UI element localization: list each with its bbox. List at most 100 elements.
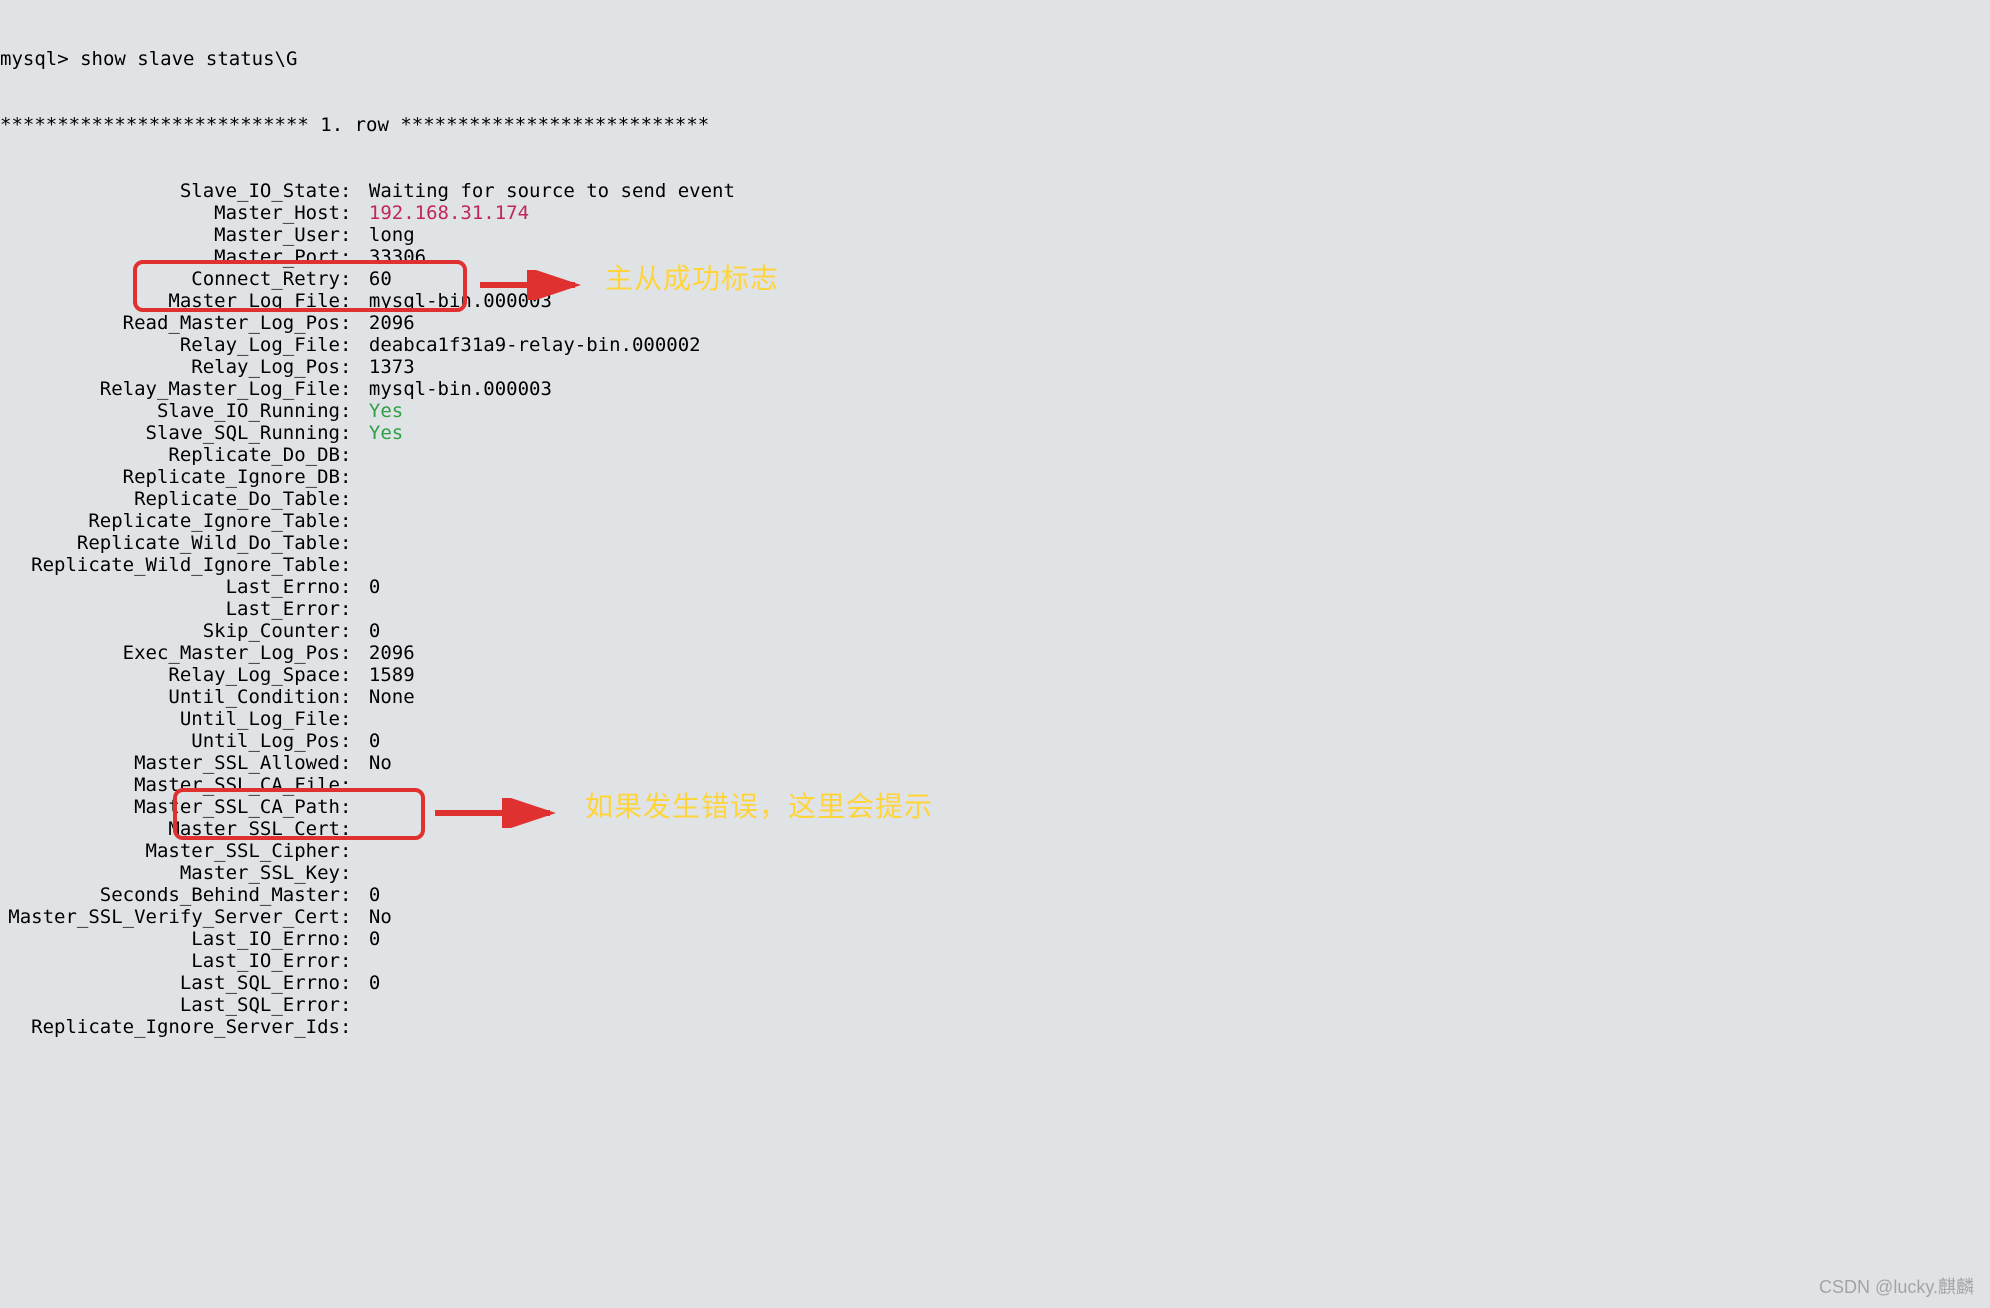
status-value: No [369,906,392,928]
status-row: Relay_Log_Pos: 1373 [0,356,1990,378]
colon: : [340,312,369,334]
status-row: Relay_Log_Space: 1589 [0,664,1990,686]
status-value: 2096 [369,312,415,334]
status-value: mysql-bin.000003 [369,378,552,400]
colon: : [340,686,369,708]
status-label: Slave_SQL_Running [0,422,340,444]
status-label: Last_SQL_Error [0,994,340,1016]
status-label: Relay_Log_File [0,334,340,356]
colon: : [340,664,369,686]
status-row: Replicate_Ignore_Table: [0,510,1990,532]
colon: : [340,862,369,884]
status-value: Yes [369,400,403,422]
status-label: Last_Errno [0,576,340,598]
colon: : [340,972,369,994]
status-label: Master_Log_File [0,290,340,312]
colon: : [340,400,369,422]
status-row: Last_SQL_Errno: 0 [0,972,1990,994]
status-value: 0 [369,928,380,950]
status-value: No [369,752,392,774]
status-row: Connect_Retry: 60 [0,268,1990,290]
status-label: Seconds_Behind_Master [0,884,340,906]
status-value: 60 [369,268,392,290]
status-label: Last_IO_Errno [0,928,340,950]
status-label: Slave_IO_Running [0,400,340,422]
status-label: Read_Master_Log_Pos [0,312,340,334]
colon: : [340,202,369,224]
status-label: Master_SSL_Verify_Server_Cert [0,906,340,928]
status-label: Master_Port [0,246,340,268]
status-row: Replicate_Wild_Do_Table: [0,532,1990,554]
status-row: Relay_Master_Log_File: mysql-bin.000003 [0,378,1990,400]
status-label: Replicate_Ignore_DB [0,466,340,488]
status-value: Waiting for source to send event [369,180,735,202]
status-row: Slave_IO_Running: Yes [0,400,1990,422]
status-label: Connect_Retry [0,268,340,290]
status-label: Last_SQL_Errno [0,972,340,994]
colon: : [340,840,369,862]
status-row: Slave_SQL_Running: Yes [0,422,1990,444]
status-row: Until_Log_Pos: 0 [0,730,1990,752]
status-row: Master_Log_File: mysql-bin.000003 [0,290,1990,312]
status-value: 192.168.31.174 [369,202,529,224]
status-row: Master_SSL_Cert: [0,818,1990,840]
status-row: Master_Host: 192.168.31.174 [0,202,1990,224]
status-row: Replicate_Do_DB: [0,444,1990,466]
status-row: Slave_IO_State: Waiting for source to se… [0,180,1990,202]
status-label: Master_SSL_Cert [0,818,340,840]
terminal-output: mysql> show slave status\G *************… [0,0,1990,1060]
status-value: 33306 [369,246,426,268]
colon: : [340,884,369,906]
status-label: Exec_Master_Log_Pos [0,642,340,664]
status-label: Replicate_Ignore_Table [0,510,340,532]
status-row: Master_SSL_CA_Path: [0,796,1990,818]
status-row: Master_SSL_Key: [0,862,1990,884]
colon: : [340,796,369,818]
colon: : [340,994,369,1016]
status-value: 0 [369,576,380,598]
command-text: show slave status\G [80,48,297,70]
status-row: Master_User: long [0,224,1990,246]
colon: : [340,752,369,774]
row-header: *************************** 1. row *****… [0,114,1990,136]
colon: : [340,950,369,972]
colon: : [340,576,369,598]
status-row: Master_Port: 33306 [0,246,1990,268]
status-value: mysql-bin.000003 [369,290,552,312]
status-row: Replicate_Wild_Ignore_Table: [0,554,1990,576]
status-row: Relay_Log_File: deabca1f31a9-relay-bin.0… [0,334,1990,356]
status-label: Relay_Log_Pos [0,356,340,378]
status-row: Last_IO_Error: [0,950,1990,972]
colon: : [340,642,369,664]
status-row: Replicate_Ignore_DB: [0,466,1990,488]
status-row: Master_SSL_Verify_Server_Cert: No [0,906,1990,928]
colon: : [340,488,369,510]
status-row: Exec_Master_Log_Pos: 2096 [0,642,1990,664]
status-label: Until_Condition [0,686,340,708]
colon: : [340,774,369,796]
status-value: 0 [369,730,380,752]
colon: : [340,180,369,202]
colon: : [340,620,369,642]
colon: : [340,334,369,356]
colon: : [340,906,369,928]
status-row: Until_Log_File: [0,708,1990,730]
colon: : [340,730,369,752]
status-label: Master_Host [0,202,340,224]
status-label: Master_SSL_CA_File [0,774,340,796]
status-row: Last_IO_Errno: 0 [0,928,1990,950]
status-row: Until_Condition: None [0,686,1990,708]
colon: : [340,290,369,312]
colon: : [340,532,369,554]
status-label: Replicate_Ignore_Server_Ids [0,1016,340,1038]
status-row: Read_Master_Log_Pos: 2096 [0,312,1990,334]
colon: : [340,510,369,532]
status-label: Master_SSL_CA_Path [0,796,340,818]
status-label: Relay_Master_Log_File [0,378,340,400]
command-line: mysql> show slave status\G [0,48,1990,70]
status-row: Seconds_Behind_Master: 0 [0,884,1990,906]
colon: : [340,598,369,620]
colon: : [340,268,369,290]
colon: : [340,554,369,576]
status-row: Master_SSL_Allowed: No [0,752,1990,774]
